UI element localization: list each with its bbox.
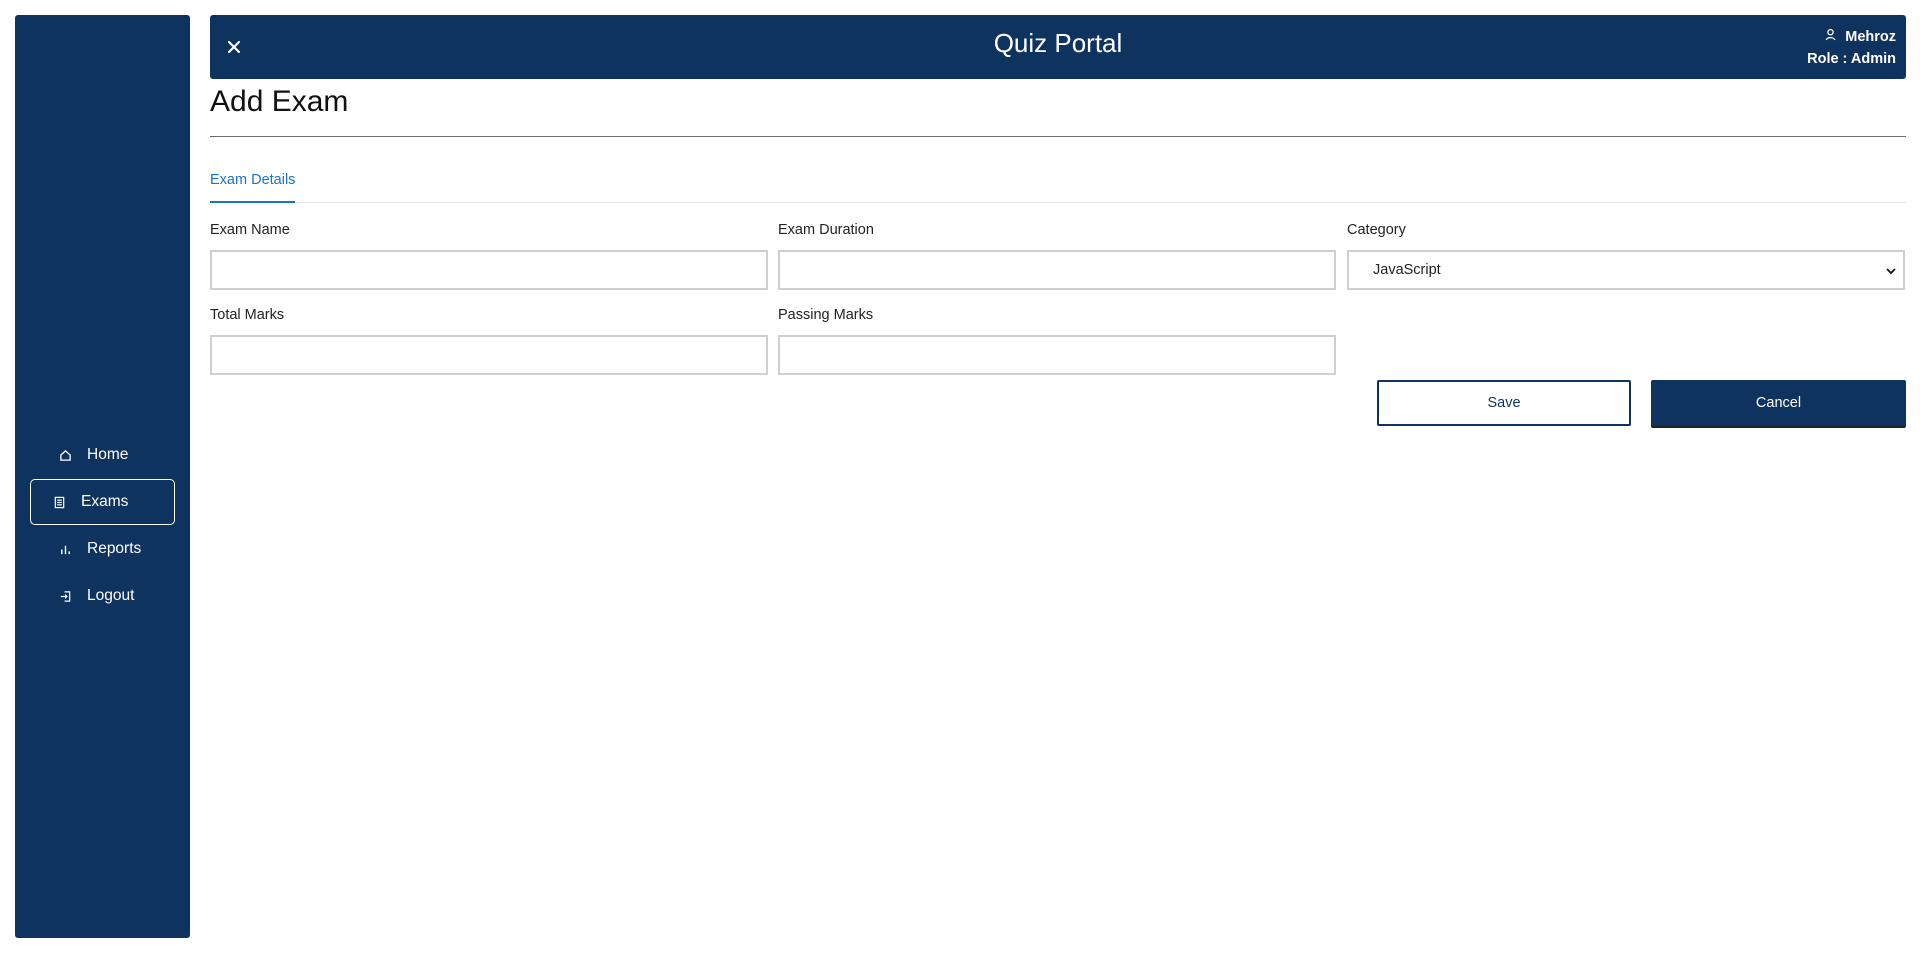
- logout-icon: [58, 589, 72, 603]
- exam-duration-label: Exam Duration: [778, 222, 874, 238]
- sidebar-item-label: Reports: [87, 540, 142, 557]
- user-info: Mehroz Role : Admin: [1807, 26, 1896, 70]
- document-icon: [52, 495, 66, 509]
- app-title: Quiz Portal: [993, 28, 1123, 58]
- sidebar-nav: Home Exams Reports Logout: [30, 432, 175, 620]
- home-icon: [58, 448, 72, 462]
- passing-marks-input[interactable]: [778, 335, 1336, 375]
- total-marks-input[interactable]: [210, 335, 768, 375]
- exam-name-label: Exam Name: [210, 222, 290, 238]
- exam-duration-input[interactable]: [778, 250, 1336, 290]
- top-bar: Quiz Portal Mehroz Role : Admin: [210, 15, 1906, 79]
- divider: [210, 136, 1906, 137]
- save-button[interactable]: Save: [1377, 380, 1631, 426]
- page-title: Add Exam: [210, 85, 349, 118]
- total-marks-label: Total Marks: [210, 307, 285, 323]
- bar-chart-icon: [58, 542, 72, 556]
- tab-exam-details[interactable]: Exam Details: [210, 170, 296, 203]
- sidebar-item-home[interactable]: Home: [30, 432, 175, 478]
- chevron-down-icon: [1886, 268, 1896, 275]
- tab-bar: Exam Details: [210, 170, 1906, 203]
- exam-name-input[interactable]: [210, 250, 768, 290]
- sidebar-item-reports[interactable]: Reports: [30, 526, 175, 572]
- sidebar-item-logout[interactable]: Logout: [30, 573, 175, 619]
- cancel-button[interactable]: Cancel: [1651, 380, 1906, 426]
- sidebar-item-exams[interactable]: Exams: [30, 479, 175, 525]
- passing-marks-label: Passing Marks: [778, 307, 874, 323]
- sidebar: Home Exams Reports Logout: [15, 15, 190, 938]
- category-select[interactable]: JavaScript: [1347, 250, 1905, 290]
- user-role: Role : Admin: [1807, 51, 1896, 67]
- user-name: Mehroz: [1845, 29, 1896, 45]
- category-label: Category: [1347, 222, 1406, 238]
- user-icon: [1824, 26, 1845, 48]
- category-selected-value: JavaScript: [1373, 262, 1441, 278]
- sidebar-item-label: Logout: [87, 587, 135, 604]
- sidebar-item-label: Home: [87, 446, 129, 463]
- sidebar-item-label: Exams: [81, 493, 129, 510]
